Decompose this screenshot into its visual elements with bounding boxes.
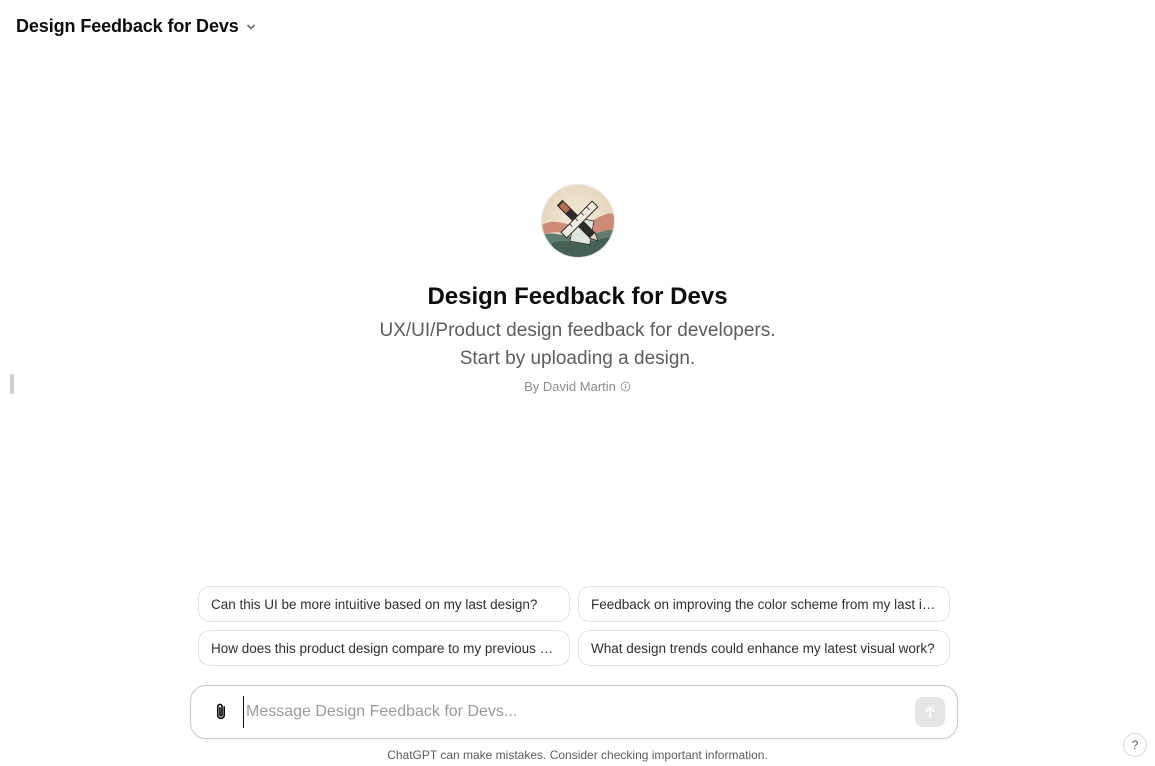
gpt-name: Design Feedback for Devs (427, 283, 728, 310)
header-title: Design Feedback for Devs (16, 16, 239, 36)
author-label: By David Martin (524, 379, 616, 394)
gpt-description: UX/UI/Product design feedback for develo… (379, 317, 775, 373)
suggestion-chip-label: What design trends could enhance my late… (591, 640, 935, 656)
info-circle-icon (620, 381, 631, 392)
paperclip-icon[interactable] (209, 700, 233, 724)
gpt-description-line-1: UX/UI/Product design feedback for develo… (379, 320, 776, 341)
gpt-avatar (540, 184, 615, 258)
chat-page: Design Feedback for Devs Design Feedback… (0, 0, 1155, 766)
arrow-up-icon (925, 706, 935, 718)
suggestion-chip-label: How does this product design compare to … (211, 640, 557, 656)
suggestion-chip-3[interactable]: How does this product design compare to … (198, 630, 570, 666)
disclaimer-text: ChatGPT can make mistakes. Consider chec… (387, 748, 768, 762)
chevron-down-icon (245, 21, 257, 33)
send-button[interactable] (915, 697, 945, 727)
suggestion-chip-label: Can this UI be more intuitive based on m… (211, 596, 538, 612)
gpt-switcher[interactable]: Design Feedback for Devs (8, 12, 265, 41)
suggestion-chip-4[interactable]: What design trends could enhance my late… (578, 630, 950, 666)
pencil-ruler-icon (541, 185, 614, 257)
suggestion-chips: Can this UI be more intuitive based on m… (198, 586, 950, 666)
gpt-description-line-2: Start by uploading a design. (459, 348, 696, 369)
help-button[interactable]: ? (1123, 733, 1147, 757)
suggestion-chip-2[interactable]: Feedback on improving the color scheme f… (578, 586, 950, 622)
gpt-profile: Design Feedback for Devs UX/UI/Product d… (0, 184, 1155, 394)
message-composer (190, 685, 958, 739)
suggestion-chip-label: Feedback on improving the color scheme f… (591, 596, 937, 612)
suggestion-chip-1[interactable]: Can this UI be more intuitive based on m… (198, 586, 570, 622)
message-input[interactable] (243, 696, 907, 728)
gpt-author[interactable]: By David Martin (524, 379, 631, 394)
